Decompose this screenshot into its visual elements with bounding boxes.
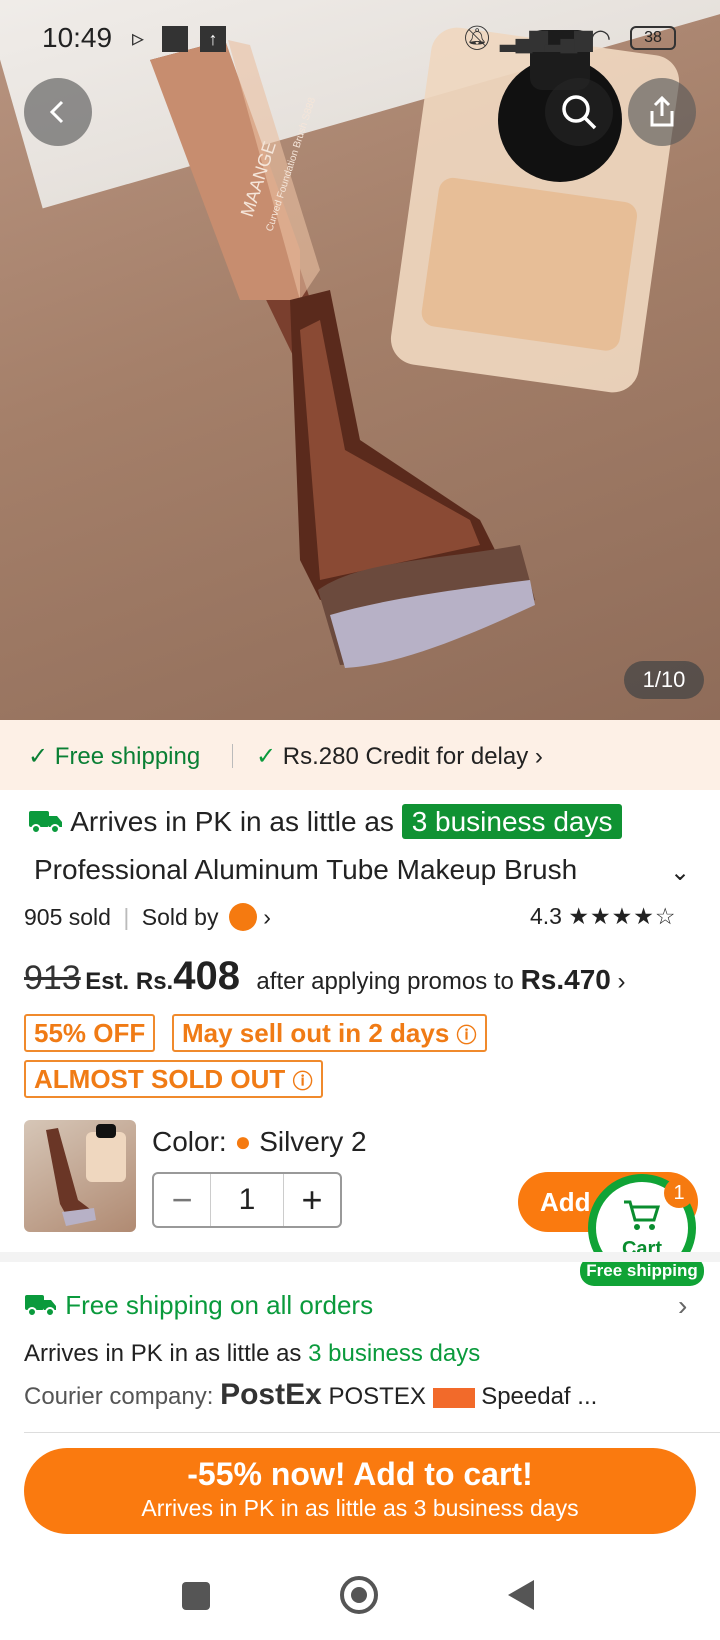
delay-credit-text: Rs.280 Credit for delay — [282, 743, 529, 770]
cta-subtitle: Arrives in PK in as little as 3 business… — [141, 1495, 579, 1521]
shipping-headline-text: Free shipping on all orders — [65, 1290, 374, 1320]
free-shipping-text: Free shipping — [54, 743, 201, 770]
cart-badge: 1 — [664, 1178, 694, 1208]
wifi-icon: ◠ — [590, 25, 611, 52]
free-shipping-badge: ✓ Free shipping — [28, 742, 200, 771]
cta-title: -55% now! Add to cart! — [187, 1456, 533, 1492]
divider — [232, 744, 233, 768]
color-selector[interactable]: Color: ● Silvery 2 — [152, 1126, 367, 1158]
courier-name-speedaf: Speedaf ... — [481, 1383, 598, 1410]
check-icon: ✓ — [256, 743, 283, 770]
color-label: Color: — [152, 1126, 227, 1157]
mute-icon: 🔕︎ — [462, 25, 493, 52]
speedaf-logo — [432, 1387, 475, 1408]
sell-out-tag[interactable]: May sell out in 2 days ⓘ — [172, 1014, 487, 1052]
sell-out-text: May sell out in 2 days — [182, 1018, 450, 1048]
section-divider — [0, 1252, 720, 1262]
cart-icon — [624, 1200, 661, 1230]
decrement-button[interactable]: − — [154, 1174, 210, 1226]
image-counter: 1/10 — [624, 661, 704, 699]
chevron-right-icon[interactable]: › — [263, 904, 271, 930]
search-icon — [562, 95, 597, 130]
app-icon — [162, 26, 188, 52]
rating-value: 4.3 — [530, 903, 562, 929]
help-icon: ⓘ — [292, 1071, 313, 1093]
product-title[interactable]: Professional Aluminum Tube Makeup Brush — [34, 854, 614, 886]
check-icon: ✓ — [28, 743, 55, 770]
increment-button[interactable]: + — [284, 1174, 340, 1226]
almost-sold-out-text: ALMOST SOLD OUT — [34, 1064, 286, 1094]
home-icon-dot — [351, 1587, 367, 1603]
arrival-days-badge: 3 business days — [401, 804, 623, 839]
recents-button[interactable] — [182, 1582, 210, 1610]
after-promos-text: after applying promos to — [256, 968, 514, 995]
est-price-label: Est. Rs. — [85, 968, 174, 995]
delivery-truck-icon — [24, 1292, 58, 1318]
status-bar: 10:49 ▹ ↑ 🔕︎ ▂▄▆▂▄▆ ◠ 38 — [0, 0, 720, 76]
system-nav-bar — [0, 1550, 720, 1640]
share-button[interactable] — [628, 78, 696, 146]
store-logo-icon[interactable] — [228, 903, 257, 931]
courier-name-postex: POSTEX — [328, 1383, 426, 1410]
almost-sold-out-tag[interactable]: ALMOST SOLD OUT ⓘ — [24, 1060, 323, 1098]
quantity-value[interactable]: 1 — [210, 1174, 284, 1226]
rating[interactable]: 4.3 ★★★★☆ — [530, 903, 676, 930]
promo-strip[interactable]: ✓ Free shipping ✓ Rs.280 Credit for dela… — [0, 720, 720, 790]
divider: | — [123, 904, 130, 930]
quantity-stepper[interactable]: − 1 + — [152, 1172, 342, 1228]
search-button[interactable] — [545, 78, 613, 146]
chevron-right-icon: › — [528, 743, 543, 770]
promo-price: Rs.470 — [520, 964, 611, 995]
est-price: 408 — [173, 954, 240, 998]
sold-by-label: Sold by — [141, 904, 219, 930]
product-image[interactable]: MAANGE Curved Foundation Brush S888 10:4… — [0, 0, 720, 720]
add-to-cart-cta-button[interactable]: -55% now! Add to cart! Arrives in PK in … — [24, 1448, 696, 1534]
home-button[interactable] — [340, 1576, 378, 1614]
chevron-right-icon: › — [610, 968, 626, 995]
shipping-headline[interactable]: Free shipping on all orders — [24, 1290, 373, 1321]
promo-price-link[interactable]: after applying promos to Rs.470 › — [256, 964, 626, 995]
share-icon — [650, 95, 674, 127]
courier-row: Courier company: PostEx POSTEX Speedaf .… — [24, 1378, 597, 1412]
shipping-arrival: Arrives in PK in as little as 3 business… — [24, 1340, 480, 1368]
sales-meta: 905 sold | Sold by › — [24, 903, 271, 931]
signal-icon: ▂▄▆▂▄▆ — [500, 25, 593, 52]
courier-label: Courier company: — [24, 1383, 214, 1410]
minus-icon: − — [171, 1179, 193, 1220]
chevron-down-icon[interactable]: ⌄ — [670, 858, 690, 887]
shipping-arrival-text: Arrives in PK in as little as — [24, 1340, 302, 1367]
status-time: 10:49 — [42, 22, 113, 53]
play-icon: ▹ — [132, 25, 145, 52]
chevron-left-icon — [49, 100, 64, 124]
arrival-text: Arrives in PK in as little as — [70, 806, 394, 837]
shipping-arrival-days: 3 business days — [308, 1340, 481, 1367]
discount-tag: 55% OFF — [24, 1014, 156, 1052]
variant-thumbnail-image — [46, 1124, 126, 1226]
star-rating-icon: ★★★★☆ — [568, 903, 677, 929]
chevron-right-icon[interactable]: › — [678, 1290, 687, 1322]
battery-icon: 38 — [630, 26, 676, 50]
divider — [24, 1432, 720, 1433]
arrival-banner: Arrives in PK in as little as 3 business… — [28, 804, 623, 850]
flame-icon: ● — [234, 1126, 252, 1157]
sold-count: 905 sold — [24, 904, 111, 930]
original-price: 913 — [24, 959, 81, 997]
postex-logo: PostEx — [220, 1378, 322, 1411]
back-button[interactable] — [24, 78, 92, 146]
plus-icon: + — [301, 1179, 323, 1220]
color-value: Silvery 2 — [259, 1126, 367, 1157]
help-icon: ⓘ — [456, 1025, 477, 1047]
delay-credit-link[interactable]: ✓ Rs.280 Credit for delay › — [256, 742, 543, 771]
price-row: 913 Est. Rs.408 after applying promos to… — [24, 954, 626, 999]
upload-status-icon: ↑ — [200, 26, 226, 52]
variant-thumbnail[interactable] — [24, 1120, 136, 1232]
delivery-truck-icon — [28, 807, 64, 835]
back-nav-button[interactable] — [506, 1578, 536, 1612]
